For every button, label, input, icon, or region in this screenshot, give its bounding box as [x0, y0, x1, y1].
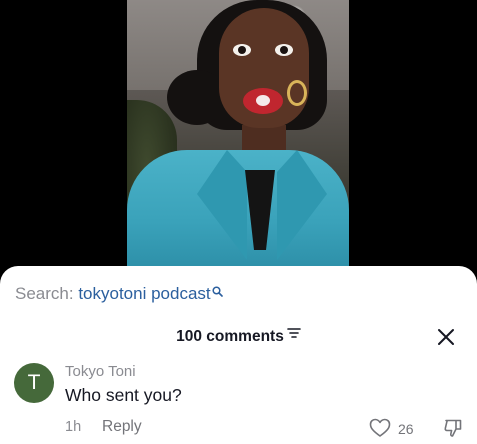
search-prefix: Search: — [15, 284, 74, 303]
video-player[interactable] — [0, 0, 477, 270]
search-suggestion[interactable]: Search: tokyotoni podcast — [15, 284, 223, 304]
video-frame[interactable] — [127, 0, 349, 270]
hair-bun — [167, 70, 227, 125]
comments-header: 100 comments — [0, 328, 477, 346]
comment-item: T Tokyo Toni Who sent you? 1h Reply 26 — [14, 361, 464, 441]
earring — [287, 80, 307, 106]
like-count: 26 — [398, 421, 414, 437]
face — [219, 8, 309, 128]
search-icon — [212, 282, 223, 302]
comments-count: 100 comments — [176, 328, 284, 345]
comment-text: Who sent you? — [65, 385, 182, 405]
thumbs-down-icon[interactable] — [443, 418, 463, 443]
filter-icon[interactable] — [287, 326, 301, 344]
left-eye — [233, 44, 251, 56]
close-icon[interactable] — [437, 328, 455, 346]
reply-button[interactable]: Reply — [102, 418, 142, 436]
right-eye — [275, 44, 293, 56]
avatar[interactable]: T — [14, 363, 54, 403]
heart-icon[interactable] — [369, 418, 391, 443]
comment-time: 1h — [65, 419, 82, 435]
comments-sheet: Search: tokyotoni podcast 100 comments T… — [0, 266, 477, 444]
mouth — [243, 88, 283, 114]
comment-author[interactable]: Tokyo Toni — [65, 363, 136, 380]
search-term[interactable]: tokyotoni podcast — [78, 284, 210, 303]
